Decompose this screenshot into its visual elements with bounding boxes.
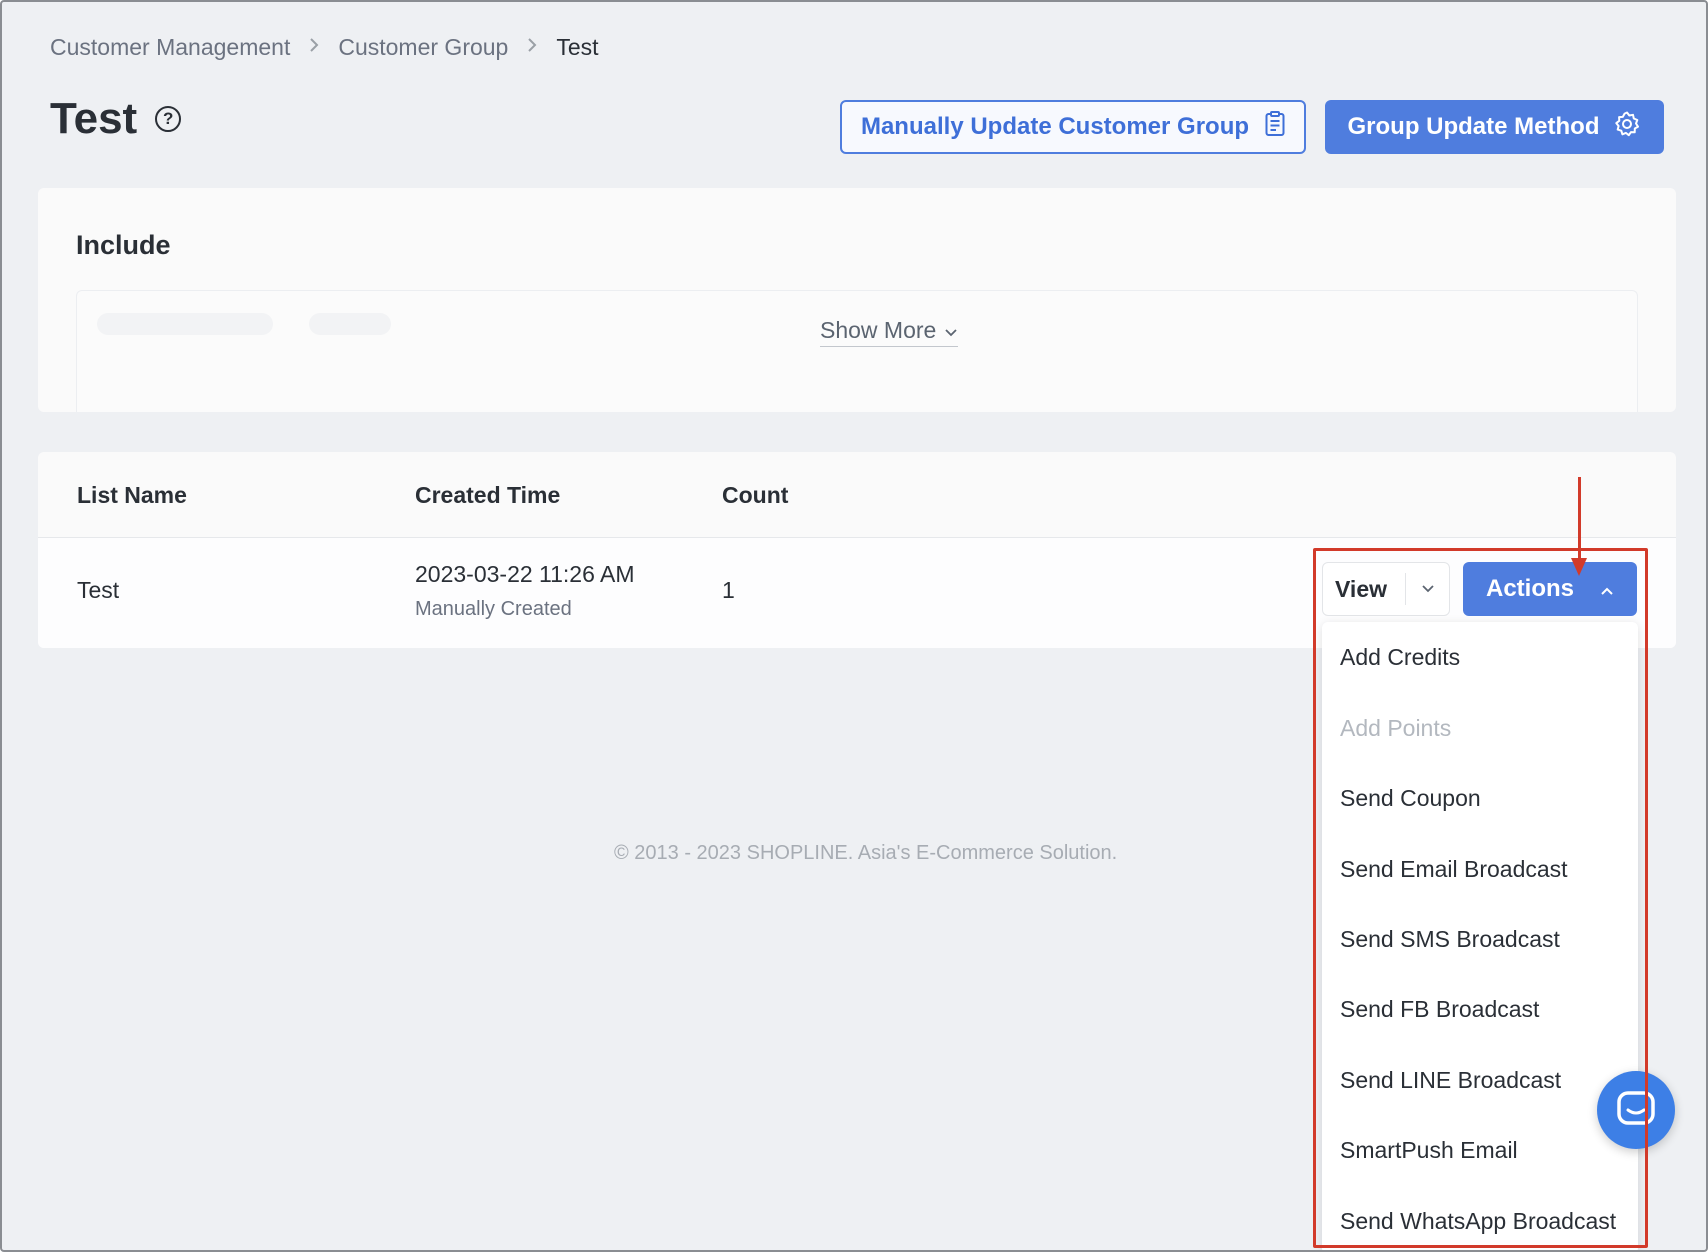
cell-count: 1 [722,577,735,603]
group-update-method-button[interactable]: Group Update Method [1325,100,1664,154]
menu-item-send-whatsapp-broadcast[interactable]: Send WhatsApp Broadcast [1340,1208,1616,1235]
breadcrumb-customer-management[interactable]: Customer Management [50,34,290,61]
chat-icon [1616,1090,1656,1131]
manually-update-label: Manually Update Customer Group [860,113,1250,140]
include-title: Include [76,230,171,260]
menu-item-send-email-broadcast[interactable]: Send Email Broadcast [1340,856,1568,883]
chevron-right-icon [526,36,538,60]
show-more-link[interactable]: Show More [820,317,959,347]
manually-update-customer-group-button[interactable]: Manually Update Customer Group [840,100,1306,154]
chevron-down-icon [944,317,958,344]
screenshot-frame: Customer Management Customer Group Test … [0,0,1708,1252]
show-more-label: Show More [820,317,937,343]
footer-copyright: © 2013 - 2023 SHOPLINE. Asia's E-Commerc… [614,842,1118,864]
menu-item-send-coupon[interactable]: Send Coupon [1340,785,1481,812]
chevron-right-icon [308,36,320,60]
customer-group-page: Customer Management Customer Group Test … [0,0,1708,1252]
view-label: View [1335,575,1387,602]
chat-widget-button[interactable] [1597,1071,1675,1149]
chevron-down-icon[interactable] [1406,584,1449,594]
breadcrumb: Customer Management Customer Group Test [50,34,599,61]
column-header-count: Count [722,482,789,508]
column-header-created-time: Created Time [415,482,561,508]
column-header-list-name: List Name [77,482,187,508]
view-button[interactable]: View [1322,562,1450,616]
include-card: Include Show More [38,188,1676,412]
actions-dropdown-menu: Add Credits Add Points Send Coupon Send … [1322,622,1638,1250]
chevron-up-icon [1600,575,1614,603]
clipboard-icon [1265,110,1285,144]
cell-created-note: Manually Created [415,598,572,620]
page-title: Test [50,94,138,143]
include-conditions-panel: Show More [76,290,1638,412]
menu-item-send-fb-broadcast[interactable]: Send FB Broadcast [1340,996,1539,1023]
breadcrumb-customer-group[interactable]: Customer Group [338,34,508,61]
group-update-label: Group Update Method [1347,113,1600,140]
actions-label: Actions [1485,575,1574,602]
actions-button[interactable]: Actions [1463,562,1637,616]
cell-created-time: 2023-03-22 11:26 AM [415,561,635,587]
gear-icon [1613,110,1641,145]
menu-item-add-credits[interactable]: Add Credits [1340,644,1460,671]
menu-item-smartpush-email[interactable]: SmartPush Email [1340,1137,1518,1164]
faded-condition-chip [97,313,273,335]
title-row: Test ? [50,94,182,144]
annotation-arrow-head [1571,558,1587,576]
menu-item-send-sms-broadcast[interactable]: Send SMS Broadcast [1340,926,1560,953]
menu-item-send-line-broadcast[interactable]: Send LINE Broadcast [1340,1067,1561,1094]
menu-item-add-points: Add Points [1340,715,1452,741]
faded-condition-chip [309,313,391,335]
cell-list-name: Test [77,577,120,603]
question-circle-icon[interactable]: ? [155,106,182,132]
annotation-arrow-line [1578,477,1581,559]
breadcrumb-current: Test [556,34,599,60]
